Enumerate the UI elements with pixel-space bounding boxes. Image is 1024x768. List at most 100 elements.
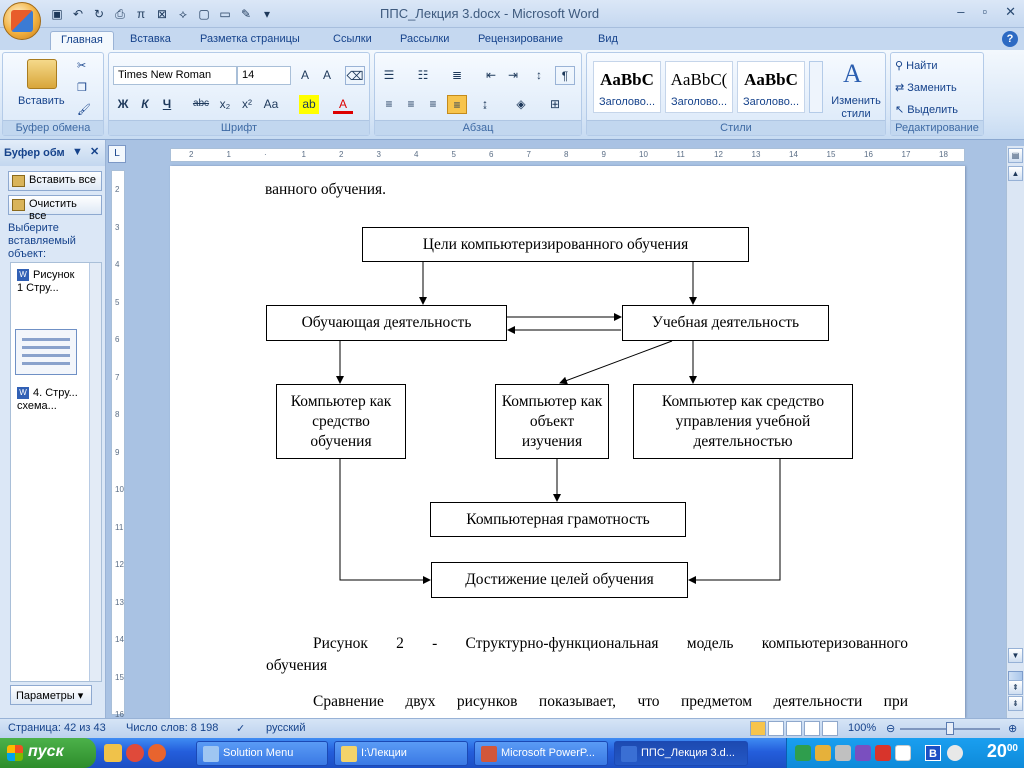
bullets-icon[interactable]: ☰ (379, 66, 399, 85)
strikethrough-icon[interactable]: abc (191, 95, 211, 114)
superscript-icon[interactable]: x² (237, 95, 257, 114)
task-folder[interactable]: I:\Лекции (334, 741, 468, 766)
table-icon[interactable]: ⊠ (153, 5, 171, 23)
tab-references[interactable]: Ссылки (323, 31, 382, 50)
clipboard-item[interactable]: W Рисунок 1 Стру... (17, 269, 83, 295)
subscript-icon[interactable]: x₂ (215, 95, 235, 114)
options-button[interactable]: Параметры ▾ (10, 685, 92, 705)
scroll-up-icon[interactable]: ▲ (1008, 166, 1023, 181)
tray-antivirus-icon[interactable] (875, 745, 891, 761)
save-icon[interactable]: ▣ (48, 5, 66, 23)
prev-page-icon[interactable]: ⇞ (1008, 680, 1023, 695)
tab-page-layout[interactable]: Разметка страницы (190, 31, 310, 50)
tab-insert[interactable]: Вставка (120, 31, 181, 50)
scroll-down-icon[interactable]: ▼ (1008, 648, 1023, 663)
tray-app-icon[interactable] (815, 745, 831, 761)
paste-button[interactable]: Вставить (18, 95, 65, 107)
align-center-icon[interactable]: ≡ (401, 95, 421, 114)
next-page-icon[interactable]: ⇟ (1008, 696, 1023, 711)
show-marks-icon[interactable]: ¶ (555, 66, 575, 85)
web-layout-icon[interactable] (786, 721, 802, 736)
clipboard-item[interactable]: W 4. Стру... схема... (17, 387, 83, 413)
decrease-indent-icon[interactable]: ⇤ (481, 66, 501, 85)
full-screen-icon[interactable] (768, 721, 784, 736)
minimize-icon[interactable]: – (957, 4, 964, 20)
replace-button[interactable]: ⇄ Заменить (895, 81, 957, 94)
box-computer-tool[interactable]: Компьютер как средство обучения (276, 384, 406, 459)
grow-font-icon[interactable]: A (295, 66, 315, 85)
shrink-font-icon[interactable]: A (317, 66, 337, 85)
input-language-indicator[interactable]: В (925, 745, 941, 761)
undo-icon[interactable]: ↶ (69, 5, 87, 23)
redo-icon[interactable]: ↻ (90, 5, 108, 23)
pane-scrollbar[interactable] (89, 263, 101, 681)
format-painter-icon[interactable]: ✎ (237, 5, 255, 23)
shading-icon[interactable]: ◈ (511, 95, 531, 114)
box-teaching-activity[interactable]: Обучающая деятельность (266, 305, 507, 341)
justify-icon[interactable]: ≡ (447, 95, 467, 114)
styles-scroll[interactable] (809, 61, 823, 113)
sort-icon[interactable]: ↕ (529, 66, 549, 85)
zoom-slider-knob[interactable] (946, 722, 954, 735)
spellcheck-icon[interactable]: ✓ (236, 722, 245, 735)
clipboard-item-thumbnail[interactable] (15, 329, 77, 375)
open-icon[interactable]: ▭ (216, 5, 234, 23)
select-button[interactable]: ↖ Выделить (895, 103, 958, 116)
vertical-ruler[interactable]: 2 3 4 5 6 7 8 9 10 11 12 13 14 15 16 (111, 170, 125, 719)
ruler-toggle-icon[interactable]: ▤ (1008, 148, 1023, 163)
format-painter-brush-icon[interactable]: 🖌 (77, 103, 91, 116)
style-tile-heading1[interactable]: AaBbC Заголово... (593, 61, 661, 113)
zoom-level[interactable]: 100% (848, 722, 876, 734)
align-left-icon[interactable]: ≡ (379, 95, 399, 114)
font-color-icon[interactable]: A (333, 95, 353, 114)
change-styles-icon[interactable]: A (843, 59, 862, 89)
font-size-combobox[interactable]: 14 (237, 66, 291, 85)
start-button[interactable]: пуск (0, 738, 96, 768)
borders-icon[interactable]: ⊞ (545, 95, 565, 114)
task-word[interactable]: ППС_Лекция 3.d... (614, 741, 748, 766)
zoom-in-icon[interactable]: ⊕ (1008, 722, 1017, 735)
paste-icon[interactable] (27, 59, 57, 89)
box-computer-management[interactable]: Компьютер как средство управления учебно… (633, 384, 853, 459)
cut-icon[interactable]: ✂ (77, 59, 86, 72)
help-icon[interactable]: ? (1002, 31, 1018, 47)
new-doc-icon[interactable]: ▢ (195, 5, 213, 23)
word-count[interactable]: Число слов: 8 198 (126, 722, 218, 734)
tray-security-icon[interactable] (855, 745, 871, 761)
maximize-icon[interactable]: ▫ (982, 4, 987, 20)
bold-icon[interactable]: Ж (113, 95, 133, 114)
draft-icon[interactable] (822, 721, 838, 736)
tray-device-icon[interactable] (835, 745, 851, 761)
box-achieve-goals[interactable]: Достижение целей обучения (431, 562, 688, 598)
print-layout-icon[interactable] (750, 721, 766, 736)
draw-icon[interactable]: ⟡ (174, 5, 192, 23)
multilevel-list-icon[interactable]: ≣ (447, 66, 467, 85)
tray-network-icon[interactable] (795, 745, 811, 761)
increase-indent-icon[interactable]: ⇥ (503, 66, 523, 85)
horizontal-ruler[interactable]: 2 1 · 1 2 3 4 5 6 7 8 9 10 11 12 13 14 15 16 17 18 (170, 148, 965, 162)
box-computer-object[interactable]: Компьютер как объект изучения (495, 384, 609, 459)
tab-mailings[interactable]: Рассылки (390, 31, 459, 50)
office-button[interactable] (3, 2, 41, 40)
symbol-pi-icon[interactable]: π (132, 5, 150, 23)
style-tile-heading2[interactable]: AaBbC( Заголово... (665, 61, 733, 113)
align-right-icon[interactable]: ≡ (423, 95, 443, 114)
zoom-out-icon[interactable]: ⊖ (886, 722, 895, 735)
clear-format-icon[interactable]: ⌫ (345, 66, 365, 85)
tab-review[interactable]: Рецензирование (468, 31, 573, 50)
box-learning-activity[interactable]: Учебная деятельность (622, 305, 829, 341)
quicklaunch-icon[interactable] (104, 744, 122, 762)
task-powerpoint[interactable]: Microsoft PowerP... (474, 741, 608, 766)
paste-all-button[interactable]: Вставить все (8, 171, 102, 191)
customize-qat-icon[interactable]: ▾ (258, 5, 276, 23)
tray-flag-icon[interactable] (895, 745, 911, 761)
line-spacing-icon[interactable]: ↨ (475, 95, 495, 114)
box-computer-literacy[interactable]: Компьютерная грамотность (430, 502, 686, 537)
close-icon[interactable]: ✕ (1005, 4, 1016, 20)
change-styles-button[interactable]: Изменить стили (827, 95, 885, 121)
quicklaunch-opera-icon[interactable] (148, 744, 166, 762)
copy-icon[interactable]: ❐ (77, 81, 87, 94)
language-indicator[interactable]: русский (266, 722, 305, 734)
highlight-icon[interactable]: ab (299, 95, 319, 114)
clear-all-button[interactable]: Очистить все (8, 195, 102, 222)
